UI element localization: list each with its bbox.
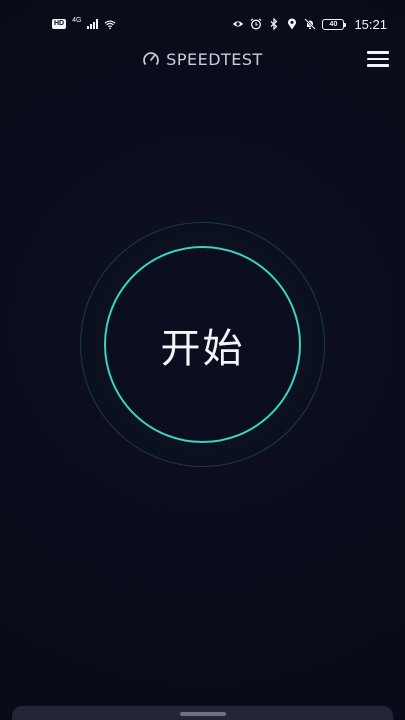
signal-icon — [87, 19, 99, 29]
status-left: HD 4G — [52, 17, 116, 30]
status-bar: HD 4G 40 15:21 — [0, 0, 405, 48]
status-time: 15:21 — [354, 16, 387, 32]
mute-icon — [304, 18, 317, 30]
bluetooth-icon — [268, 18, 280, 30]
status-right: 40 15:21 — [232, 17, 387, 32]
wifi-icon — [104, 18, 116, 30]
alarm-icon — [250, 18, 262, 30]
speedometer-icon — [142, 50, 160, 68]
location-icon — [286, 18, 298, 30]
battery-icon: 40 — [322, 18, 347, 30]
hd-icon: HD — [52, 19, 67, 29]
start-label: 开始 — [160, 325, 245, 372]
speedtest-logo: SPEEDTEST — [142, 50, 263, 69]
start-button[interactable]: 开始 — [104, 246, 301, 443]
sheet-handle[interactable] — [179, 712, 226, 716]
app-header: SPEEDTEST — [0, 48, 405, 70]
logo-text: SPEEDTEST — [166, 49, 263, 69]
bottom-sheet[interactable] — [12, 706, 393, 720]
network-type: 4G — [72, 17, 82, 24]
hamburger-menu-icon[interactable] — [367, 48, 389, 70]
eye-icon — [232, 18, 244, 30]
speedtest-screen: HD 4G 40 15:21 SPEEDTEST 开始 — [0, 0, 405, 720]
